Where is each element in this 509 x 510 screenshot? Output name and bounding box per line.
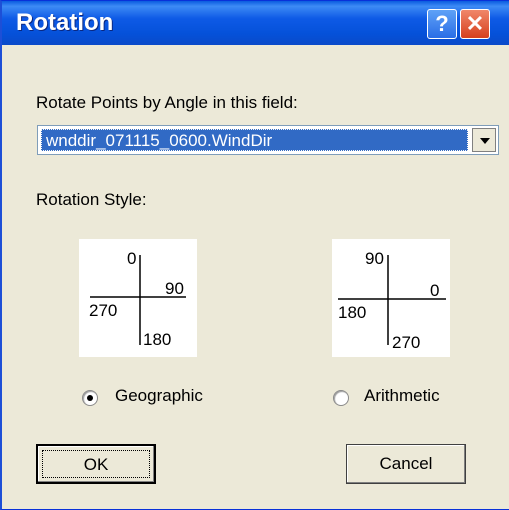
rotate-field-dropdown[interactable]: wnddir_071115_0600.WindDir [37,125,499,155]
arithmetic-left-label: 180 [338,303,367,322]
geographic-bottom-label: 180 [143,330,172,349]
ok-button[interactable]: OK [36,444,156,484]
rotation-dialog: Rotation ? ✕ Rotate Points by Angle in t… [0,0,509,510]
arithmetic-radio-label[interactable]: Arithmetic [364,386,440,406]
geographic-radio[interactable] [82,390,98,406]
cancel-button[interactable]: Cancel [346,444,466,484]
geographic-radio-label[interactable]: Geographic [115,386,203,406]
focus-rect [42,450,150,478]
arithmetic-right-label: 0 [430,281,440,300]
rotate-field-selected-value: wnddir_071115_0600.WindDir [41,129,468,151]
arithmetic-diagram: 90 0 180 270 [332,239,450,357]
geographic-top-label: 0 [127,249,137,268]
arithmetic-radio[interactable] [333,390,349,406]
rotation-style-label: Rotation Style: [36,190,147,209]
help-button[interactable]: ? [427,9,457,39]
rotate-field-label: Rotate Points by Angle in this field: [36,93,298,112]
geographic-left-label: 270 [89,301,118,320]
geographic-right-label: 90 [165,279,184,298]
title-bar[interactable]: Rotation ? ✕ [2,1,509,45]
cancel-button-label: Cancel [379,454,433,473]
chevron-down-icon[interactable] [472,128,496,152]
close-button[interactable]: ✕ [460,9,490,39]
window-title: Rotation [16,9,114,36]
geographic-diagram: 0 90 270 180 [79,239,197,357]
arithmetic-bottom-label: 270 [392,333,421,352]
arithmetic-top-label: 90 [365,249,384,268]
